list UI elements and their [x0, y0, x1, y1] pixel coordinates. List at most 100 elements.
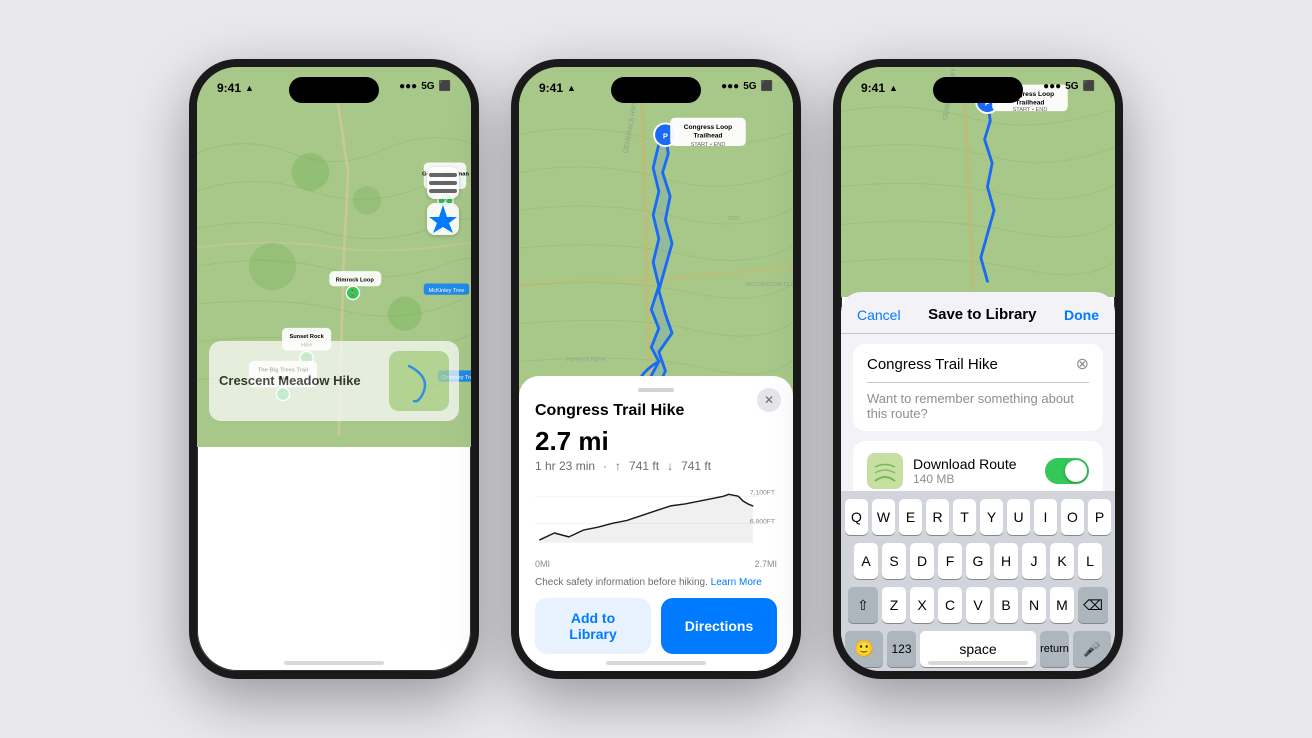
keyboard: Q W E R T Y U I O P A S D F G	[841, 491, 1115, 671]
trail-name-input[interactable]: Congress Trail Hike ⊗	[867, 354, 1089, 374]
safety-text: Check safety information before hiking. …	[535, 577, 777, 588]
phones-container: 9:41 ▲ ●●● 5G ⬛	[169, 39, 1143, 699]
key-L[interactable]: L	[1078, 543, 1102, 579]
trail-info-crescent: Crescent Meadow Hike	[219, 373, 379, 390]
status-time-2: 9:41 ▲	[539, 81, 576, 95]
key-J[interactable]: J	[1022, 543, 1046, 579]
trail-name-crescent: Crescent Meadow Hike	[219, 373, 379, 388]
key-I[interactable]: I	[1034, 499, 1057, 535]
input-divider	[867, 382, 1089, 383]
download-title: Download Route	[913, 456, 1035, 472]
status-right-3: ●●● 5G ⬛	[1043, 81, 1095, 92]
toggle-knob	[1065, 460, 1087, 482]
key-X[interactable]: X	[910, 587, 934, 623]
trail-detail-time: 1 hr 23 min · ↑ 741 ft ↓ 741 ft	[535, 459, 777, 473]
dynamic-island-2	[611, 77, 701, 103]
card-close-btn[interactable]: ✕	[757, 388, 781, 412]
card-buttons: Add to Library Directions	[535, 598, 777, 654]
modal-header: Cancel Save to Library Done	[841, 292, 1115, 334]
key-Q[interactable]: Q	[845, 499, 868, 535]
svg-text:Rimrock Loop: Rimrock Loop	[336, 278, 375, 284]
key-G[interactable]: G	[966, 543, 990, 579]
key-U[interactable]: U	[1007, 499, 1030, 535]
phone-trail-detail: 9:41 ▲ ●●● 5G ⬛	[511, 59, 801, 679]
home-indicator-2	[606, 661, 706, 665]
download-size: 140 MB	[913, 472, 1035, 486]
key-shift[interactable]: ⇧	[848, 587, 878, 623]
key-C[interactable]: C	[938, 587, 962, 623]
key-mic[interactable]: 🎤	[1073, 631, 1111, 667]
status-time-1: 9:41 ▲	[217, 81, 254, 95]
svg-text:🚶: 🚶	[349, 290, 357, 298]
svg-text:6,800FT: 6,800FT	[750, 518, 775, 525]
add-to-library-btn[interactable]: Add to Library	[535, 598, 651, 654]
trail-name-section: Congress Trail Hike ⊗ Want to remember s…	[853, 344, 1103, 431]
learn-more-link[interactable]: Learn More	[711, 577, 762, 588]
phone-save-library: 9:41 ▲ ●●● 5G ⬛ GENERALS HWY	[833, 59, 1123, 679]
svg-text:McKinley Tree: McKinley Tree	[429, 288, 465, 294]
kb-row-1: Q W E R T Y U I O P	[845, 499, 1111, 535]
key-R[interactable]: R	[926, 499, 949, 535]
key-numbers[interactable]: 123	[887, 631, 916, 667]
modal-title: Save to Library	[928, 306, 1036, 323]
download-row: Download Route 140 MB	[867, 453, 1089, 489]
key-return[interactable]: return	[1040, 631, 1069, 667]
done-btn[interactable]: Done	[1064, 307, 1099, 323]
input-clear-icon[interactable]: ⊗	[1076, 354, 1089, 374]
trail-detail-title: Congress Trail Hike	[535, 402, 777, 420]
trail-detail-card: ✕ Congress Trail Hike 2.7 mi 1 hr 23 min…	[519, 376, 793, 671]
key-N[interactable]: N	[1022, 587, 1046, 623]
svg-text:Trailhead: Trailhead	[693, 133, 722, 140]
key-K[interactable]: K	[1050, 543, 1074, 579]
key-W[interactable]: W	[872, 499, 895, 535]
directions-btn[interactable]: Directions	[661, 598, 777, 654]
key-Z[interactable]: Z	[882, 587, 906, 623]
key-D[interactable]: D	[910, 543, 934, 579]
key-M[interactable]: M	[1050, 587, 1074, 623]
key-P[interactable]: P	[1088, 499, 1111, 535]
key-B[interactable]: B	[994, 587, 1018, 623]
cancel-btn[interactable]: Cancel	[857, 307, 901, 323]
download-toggle[interactable]	[1045, 458, 1089, 484]
kb-row-2: A S D F G H J K L	[845, 543, 1111, 579]
key-V[interactable]: V	[966, 587, 990, 623]
status-right-1: ●●● 5G ⬛	[399, 81, 451, 92]
download-info: Download Route 140 MB	[913, 456, 1035, 486]
phone-search: 9:41 ▲ ●●● 5G ⬛	[189, 59, 479, 679]
location-btn[interactable]	[427, 203, 459, 235]
dynamic-island-1	[289, 77, 379, 103]
kb-row-3: ⇧ Z X C V B N M ⌫	[845, 587, 1111, 623]
svg-text:START • END: START • END	[690, 142, 725, 148]
map-layers-btn[interactable]	[427, 167, 459, 199]
save-to-library-modal: Cancel Save to Library Done Congress Tra…	[841, 292, 1115, 671]
svg-text:P: P	[663, 132, 668, 141]
key-Y[interactable]: Y	[980, 499, 1003, 535]
home-indicator-3	[928, 661, 1028, 665]
trail-detail-distance: 2.7 mi	[535, 426, 777, 457]
key-delete[interactable]: ⌫	[1078, 587, 1108, 623]
svg-text:7,100FT: 7,100FT	[750, 489, 775, 496]
key-emoji[interactable]: 🙂	[845, 631, 883, 667]
trail-thumb-crescent	[389, 351, 449, 411]
elevation-chart: 7,100FT 6,800FT	[535, 483, 777, 553]
svg-text:FOREST PATH: FOREST PATH	[566, 357, 605, 363]
note-field[interactable]: Want to remember something about this ro…	[867, 391, 1089, 421]
key-T[interactable]: T	[953, 499, 976, 535]
trail-item-crescent[interactable]: Crescent Meadow Hike	[209, 341, 459, 421]
chart-labels: 0MI 2.7MI	[535, 559, 777, 569]
status-right-2: ●●● 5G ⬛	[721, 81, 773, 92]
key-H[interactable]: H	[994, 543, 1018, 579]
download-map-icon	[867, 453, 903, 489]
key-A[interactable]: A	[854, 543, 878, 579]
svg-text:Sunset Rock: Sunset Rock	[289, 334, 324, 340]
home-indicator-1	[284, 661, 384, 665]
key-S[interactable]: S	[882, 543, 906, 579]
key-E[interactable]: E	[899, 499, 922, 535]
key-O[interactable]: O	[1061, 499, 1084, 535]
svg-text:WOLVERTON-CLOVER: WOLVERTON-CLOVER	[746, 282, 793, 288]
svg-text:Congress Loop: Congress Loop	[684, 124, 732, 131]
key-F[interactable]: F	[938, 543, 962, 579]
dynamic-island-3	[933, 77, 1023, 103]
svg-text:7200: 7200	[727, 216, 740, 222]
status-time-3: 9:41 ▲	[861, 81, 898, 95]
